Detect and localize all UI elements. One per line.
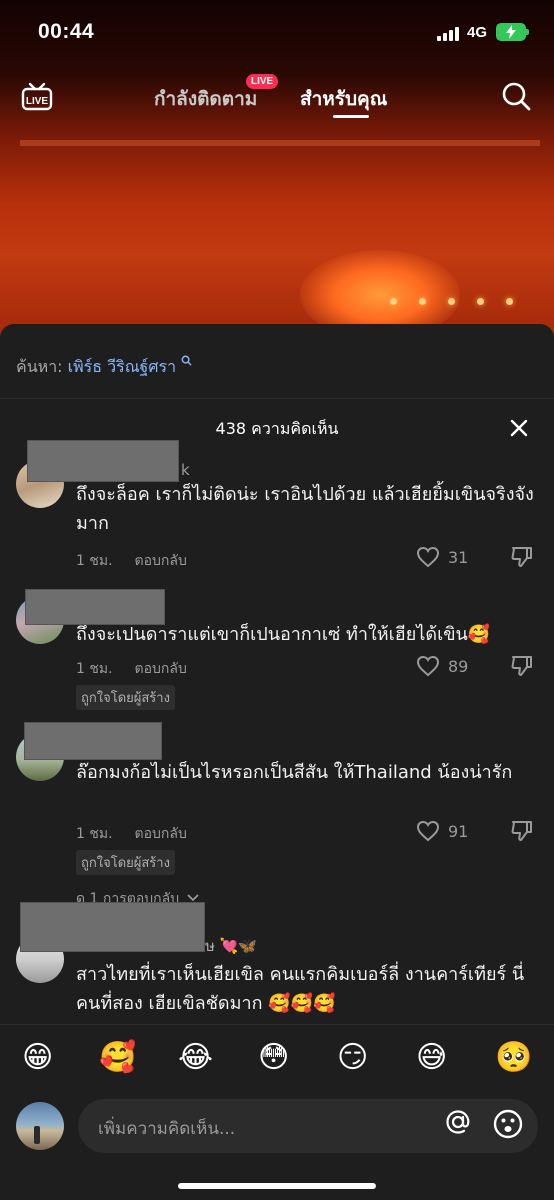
video-light-dots [390,298,513,305]
comment-text: ล๊อกมงก้อไม่เป็นไรหรอกเป็นสีสัน ให้Thail… [76,762,513,783]
like-count: 31 [448,547,469,567]
status-bar: 00:44 4G [0,0,554,66]
heart-icon [416,820,440,842]
emoji-flushed-button[interactable]: 😳 [258,1041,289,1075]
reply-button[interactable]: ตอบกลับ [135,553,187,569]
search-suggestion[interactable]: ค้นหา: เพิร์ธ วีริณฐ์ศรา [16,355,192,380]
live-tv-icon[interactable]: LIVE [20,80,54,112]
comment-input-placeholder: เพิ่มความคิดเห็น... [98,1119,236,1139]
mention-icon[interactable] [444,1108,472,1136]
my-avatar[interactable] [16,1102,64,1150]
liked-by-creator-badge: ถูกใจโดยผู้สร้าง [76,685,175,710]
comment-text: สาวไทยที่เราเห็นเฮียเขิล คนแรกคิมเบอร์ลี… [76,964,525,1014]
comment-text: ถึงจะเปนดาราแต่เขาก็เปนอากาเซ่ ทำให้เฮีย… [76,624,491,645]
reply-button[interactable]: ตอบกลับ [135,661,187,677]
video-frame-edge [20,140,540,146]
emoji-pleading-button[interactable]: 🥺 [495,1041,532,1075]
emoji-grin-button[interactable]: 😁 [22,1041,53,1075]
heart-icon [416,655,440,677]
emoji-love-button[interactable]: 🥰 [99,1041,136,1075]
emoji-picker-icon[interactable] [492,1108,524,1140]
like-button[interactable]: 91 [416,820,468,842]
dislike-icon[interactable] [510,545,534,569]
commenter-name[interactable]: k [181,461,190,479]
live-badge: LIVE [246,74,279,89]
heart-icon [416,546,440,568]
redacted-username [27,440,179,482]
like-button[interactable]: 31 [416,546,468,568]
like-count: 89 [448,656,469,676]
search-suggestion-label: ค้นหา: [16,357,63,376]
emoji-sweat-smile-button[interactable]: 😅 [416,1041,447,1075]
small-search-icon [181,355,192,366]
emoji-laugh-button[interactable]: 😂 [178,1041,213,1075]
search-icon[interactable] [500,80,532,112]
comment-time: 1 ชม. [76,826,113,842]
like-button[interactable]: 89 [416,655,468,677]
svg-text:LIVE: LIVE [26,96,49,107]
active-tab-indicator [333,115,369,118]
commenter-name[interactable]: ษ 💘🦋 [205,934,257,958]
signal-icon [437,27,459,41]
comment-meta: 1 ชม. ตอบกลับ [76,823,187,845]
status-time: 00:44 [38,20,95,43]
quick-emoji-bar: 😁 🥰 😂 😳 😏 😅 🥺 [0,1024,554,1094]
dislike-icon[interactable] [510,654,534,678]
comments-count: 438 ความคิดเห็น [215,419,339,438]
reply-button[interactable]: ตอบกลับ [135,826,187,842]
home-indicator [178,1183,376,1189]
redacted-username [20,902,205,952]
redacted-username [24,722,162,760]
comment-meta: 1 ชม. ตอบกลับ [76,658,187,680]
liked-by-creator-badge: ถูกใจโดยผู้สร้าง [76,850,175,875]
network-type: 4G [467,24,488,41]
close-icon[interactable] [508,417,530,439]
comment-time: 1 ชม. [76,553,113,569]
tab-following[interactable]: กำลังติดตาม [154,84,257,114]
comment-time: 1 ชม. [76,661,113,677]
search-suggestion-term[interactable]: เพิร์ธ วีริณฐ์ศรา [68,357,176,376]
emoji-smirk-button[interactable]: 😏 [337,1041,368,1075]
like-count: 91 [448,821,469,841]
divider [0,398,554,399]
comment-meta: 1 ชม. ตอบกลับ [76,550,187,572]
tab-for-you[interactable]: สำหรับคุณ [300,84,387,114]
dislike-icon[interactable] [510,819,534,843]
battery-charging-icon [496,23,529,41]
comment-text: ถึงจะล็อค เราก็ไม่ติดน่ะ เราอินไปด้วย แล… [76,484,534,534]
